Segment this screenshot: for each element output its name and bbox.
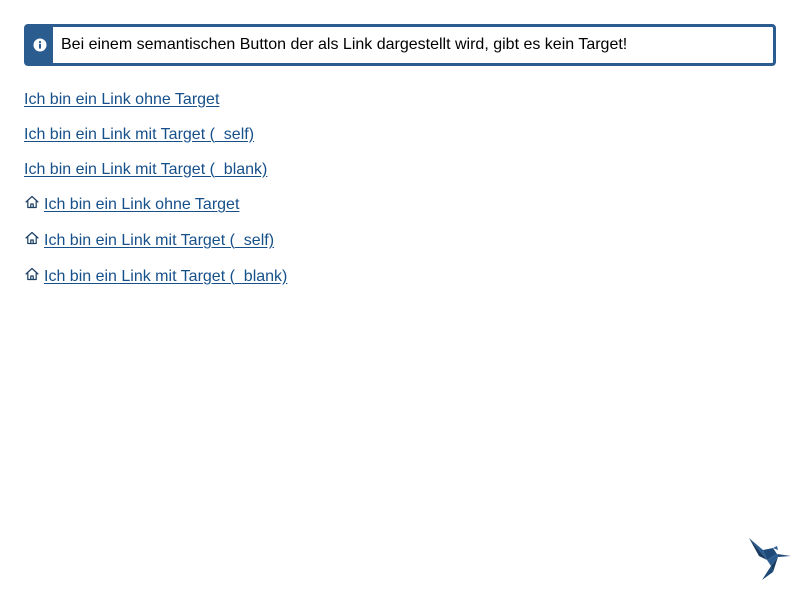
link-without-target[interactable]: Ich bin ein Link ohne Target [24,91,219,109]
link-item-with-icon: Ich bin ein Link mit Target (_self) [24,223,287,259]
link-item: Ich bin ein Link mit Target (_blank) [24,152,287,187]
info-alert: Bei einem semantischen Button der als Li… [24,24,776,66]
link-item-with-icon: Ich bin ein Link ohne Target [24,187,287,223]
hummingbird-logo [749,538,791,580]
info-icon [33,38,47,52]
alert-icon-area [27,27,53,63]
icon-link-without-target[interactable]: Ich bin ein Link ohne Target [44,196,239,214]
link-target-blank[interactable]: Ich bin ein Link mit Target (_blank) [24,161,267,179]
home-icon [25,195,39,209]
link-item: Ich bin ein Link ohne Target [24,82,287,117]
home-icon [25,267,39,281]
link-target-self[interactable]: Ich bin ein Link mit Target (_self) [24,126,254,144]
alert-message: Bei einem semantischen Button der als Li… [61,36,628,53]
link-list: Ich bin ein Link ohne Target Ich bin ein… [24,82,287,295]
link-item-with-icon: Ich bin ein Link mit Target (_blank) [24,259,287,295]
icon-link-target-blank[interactable]: Ich bin ein Link mit Target (_blank) [44,268,287,286]
link-item: Ich bin ein Link mit Target (_self) [24,117,287,152]
icon-link-target-self[interactable]: Ich bin ein Link mit Target (_self) [44,232,274,250]
home-icon [25,231,39,245]
